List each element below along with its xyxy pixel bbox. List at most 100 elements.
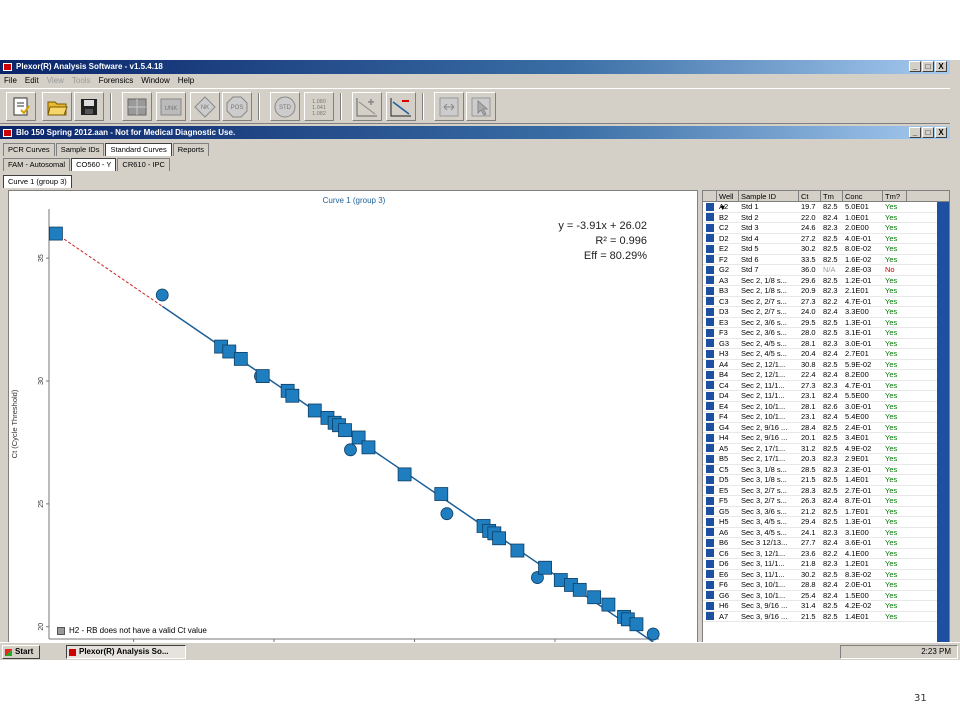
save-button[interactable] [74, 92, 104, 121]
col-tm-check[interactable]: Tm? [883, 191, 907, 201]
table-row[interactable]: H4 Sec 2, 9/16 ... 20.1 82.5 3.4E01 Yes [703, 433, 949, 444]
table-row[interactable]: F4 Sec 2, 10/1... 23.1 82.4 5.4E00 Yes [703, 412, 949, 423]
table-cell: Sec 3, 1/8 s... [741, 475, 787, 484]
table-row[interactable]: D2 Std 4 27.2 82.5 4.0E-01 Yes [703, 233, 949, 244]
table-row[interactable]: B4 Sec 2, 12/1... 22.4 82.4 8.2E00 Yes [703, 370, 949, 381]
table-row[interactable]: B2 Std 2 22.0 82.4 1.0E01 Yes [703, 213, 949, 223]
table-row[interactable]: A2 Std 1 19.7 82.5 5.0E01 Yes [703, 202, 949, 213]
table-cell: 27.7 [801, 538, 816, 547]
menu-forensics[interactable]: Forensics [99, 74, 134, 87]
table-row[interactable]: H6 Sec 3, 9/16 ... 31.4 82.5 4.2E-02 Yes [703, 601, 949, 612]
curve-tabs: Curve 1 (group 3) [3, 175, 73, 188]
tab-fam-autosomal[interactable]: FAM - Autosomal [3, 158, 71, 171]
table-row[interactable]: H5 Sec 3, 4/5 s... 29.4 82.5 1.3E-01 Yes [703, 517, 949, 528]
table-row[interactable]: C3 Sec 2, 2/7 s... 27.3 82.2 4.7E-01 Yes [703, 297, 949, 307]
table-row[interactable]: A3 Sec 2, 1/8 s... 29.6 82.5 1.2E-01 Yes [703, 276, 949, 286]
app-title-bar: Plexor(R) Analysis Software - v1.5.4.18 … [0, 60, 950, 74]
numeric-values-icon: 1.0801.0411.082 [312, 99, 326, 117]
table-row[interactable]: A6 Sec 3, 4/5 s... 24.1 82.3 3.1E00 Yes [703, 528, 949, 538]
tab-cr610-ipc[interactable]: CR610 - IPC [117, 158, 170, 171]
open-button[interactable] [42, 92, 72, 121]
menu-view[interactable]: View [47, 74, 64, 87]
table-row[interactable]: C5 Sec 3, 1/8 s... 28.5 82.3 2.3E-01 Yes [703, 465, 949, 475]
table-row[interactable]: B3 Sec 2, 1/8 s... 20.9 82.3 2.1E01 Yes [703, 286, 949, 297]
start-button[interactable]: Start [2, 645, 40, 659]
table-row[interactable]: A7 Sec 3, 9/16 ... 21.5 82.5 1.4E01 Yes [703, 612, 949, 622]
layout-button[interactable] [122, 92, 152, 121]
y-axis-label: Ct (Cycle Threshold) [10, 389, 19, 458]
main-tabs: PCR Curves Sample IDs Standard Curves Re… [3, 143, 210, 156]
table-row[interactable]: G3 Sec 2, 4/5 s... 28.1 82.3 3.0E-01 Yes [703, 339, 949, 349]
menu-tools[interactable]: Tools [72, 74, 91, 87]
table-row[interactable]: F6 Sec 3, 10/1... 28.8 82.4 2.0E-01 Yes [703, 580, 949, 591]
nk-button[interactable]: NK [190, 92, 220, 121]
doc-close-button[interactable]: X [935, 127, 947, 138]
zoom-button[interactable] [434, 92, 464, 121]
menu-edit[interactable]: Edit [25, 74, 39, 87]
table-row[interactable]: B5 Sec 2, 17/1... 20.3 82.3 2.9E01 Yes [703, 454, 949, 465]
table-row[interactable]: C2 Std 3 24.6 82.3 2.0E00 Yes [703, 223, 949, 234]
remove-curve-button[interactable] [386, 92, 416, 121]
pos-button[interactable]: POS [222, 92, 252, 121]
table-cell: E5 [719, 485, 729, 495]
table-row[interactable]: F2 Std 6 33.5 82.5 1.6E-02 Yes [703, 255, 949, 265]
table-row[interactable]: D5 Sec 3, 1/8 s... 21.5 82.5 1.4E01 Yes [703, 475, 949, 486]
table-row[interactable]: E3 Sec 2, 3/6 s... 29.5 82.5 1.3E-01 Yes [703, 318, 949, 328]
table-row[interactable]: E6 Sec 3, 11/1... 30.2 82.5 8.3E-02 Yes [703, 570, 949, 580]
doc-maximize-button[interactable]: □ [922, 127, 934, 138]
menu-file[interactable]: File [4, 74, 17, 87]
data-point-square [587, 590, 602, 605]
table-row[interactable]: G6 Sec 3, 10/1... 25.4 82.4 1.5E00 Yes [703, 591, 949, 601]
doc-minimize-button[interactable]: _ [909, 127, 921, 138]
table-row[interactable]: C4 Sec 2, 11/1... 27.3 82.3 4.7E-01 Yes [703, 380, 949, 391]
add-curve-button[interactable] [352, 92, 382, 121]
close-button[interactable]: X [935, 61, 947, 72]
unk-button[interactable]: UNK [156, 92, 186, 121]
table-row[interactable]: E4 Sec 2, 10/1... 28.1 82.6 3.0E-01 Yes [703, 402, 949, 412]
maximize-button[interactable]: □ [922, 61, 934, 72]
table-row[interactable]: G2 Std 7 36.0 N/A 2.8E-03 No [703, 265, 949, 276]
std-button[interactable]: STD [270, 92, 300, 121]
table-row[interactable]: A4 Sec 2, 12/1... 30.8 82.5 5.9E-02 Yes [703, 360, 949, 370]
table-row[interactable]: D4 Sec 2, 11/1... 23.1 82.4 5.5E00 Yes [703, 391, 949, 402]
table-row[interactable]: H3 Sec 2, 4/5 s... 20.4 82.4 2.7E01 Yes [703, 349, 949, 360]
table-row[interactable]: E5 Sec 3, 2/7 s... 28.3 82.5 2.7E-01 Yes [703, 485, 949, 496]
table-cell: 82.4 [823, 412, 838, 421]
numeric-values-button[interactable]: 1.080 1.041 1.082 [304, 92, 334, 121]
table-cell: Yes [885, 223, 898, 232]
report-button[interactable] [6, 92, 36, 121]
table-row[interactable]: G4 Sec 2, 9/16 ... 28.4 82.5 2.4E-01 Yes [703, 423, 949, 433]
cursor-button[interactable] [466, 92, 496, 121]
svg-text:STD: STD [279, 105, 292, 111]
tab-standard-curves[interactable]: Standard Curves [105, 143, 172, 156]
table-row[interactable]: F3 Sec 2, 3/6 s... 28.0 82.5 3.1E-01 Yes [703, 328, 949, 339]
table-cell: Yes [885, 233, 898, 243]
taskbar-item-plexor[interactable]: Plexor(R) Analysis So... [66, 645, 186, 659]
col-sample-id[interactable]: Sample ID [739, 191, 799, 201]
tab-sample-ids[interactable]: Sample IDs [55, 143, 105, 156]
table-cell: Yes [885, 454, 898, 463]
table-scrollbar[interactable] [937, 202, 949, 657]
col-conc[interactable]: Conc [843, 191, 883, 201]
table-row[interactable]: E2 Std 5 30.2 82.5 8.0E-02 Yes [703, 244, 949, 255]
table-cell: F3 [719, 328, 728, 337]
tab-co560-y[interactable]: CO560 - Y [71, 158, 117, 171]
table-row[interactable]: C6 Sec 3, 12/1... 23.6 82.2 4.1E00 Yes [703, 549, 949, 559]
menu-window[interactable]: Window [141, 74, 169, 87]
tab-pcr-curves[interactable]: PCR Curves [3, 143, 55, 156]
col-well[interactable]: Well ▼ [717, 191, 739, 212]
table-cell: Sec 2, 11/1... [741, 380, 785, 390]
table-row[interactable]: G5 Sec 3, 3/6 s... 21.2 82.5 1.7E01 Yes [703, 507, 949, 517]
table-row[interactable]: B6 Sec 3 12/13... 27.7 82.4 3.6E-01 Yes [703, 538, 949, 549]
tab-reports[interactable]: Reports [172, 143, 209, 156]
col-ct[interactable]: Ct [799, 191, 821, 201]
table-row[interactable]: D3 Sec 2, 2/7 s... 24.0 82.4 3.3E00 Yes [703, 307, 949, 318]
minimize-button[interactable]: _ [909, 61, 921, 72]
table-row[interactable]: A5 Sec 2, 17/1... 31.2 82.5 4.9E-02 Yes [703, 444, 949, 454]
tab-curve-1[interactable]: Curve 1 (group 3) [3, 175, 72, 188]
table-cell: B3 [719, 286, 729, 295]
col-tm[interactable]: Tm [821, 191, 843, 201]
table-row[interactable]: D6 Sec 3, 11/1... 21.8 82.3 1.2E01 Yes [703, 559, 949, 570]
table-row[interactable]: F5 Sec 3, 2/7 s... 26.3 82.4 8.7E-01 Yes [703, 496, 949, 507]
menu-help[interactable]: Help [178, 74, 194, 87]
